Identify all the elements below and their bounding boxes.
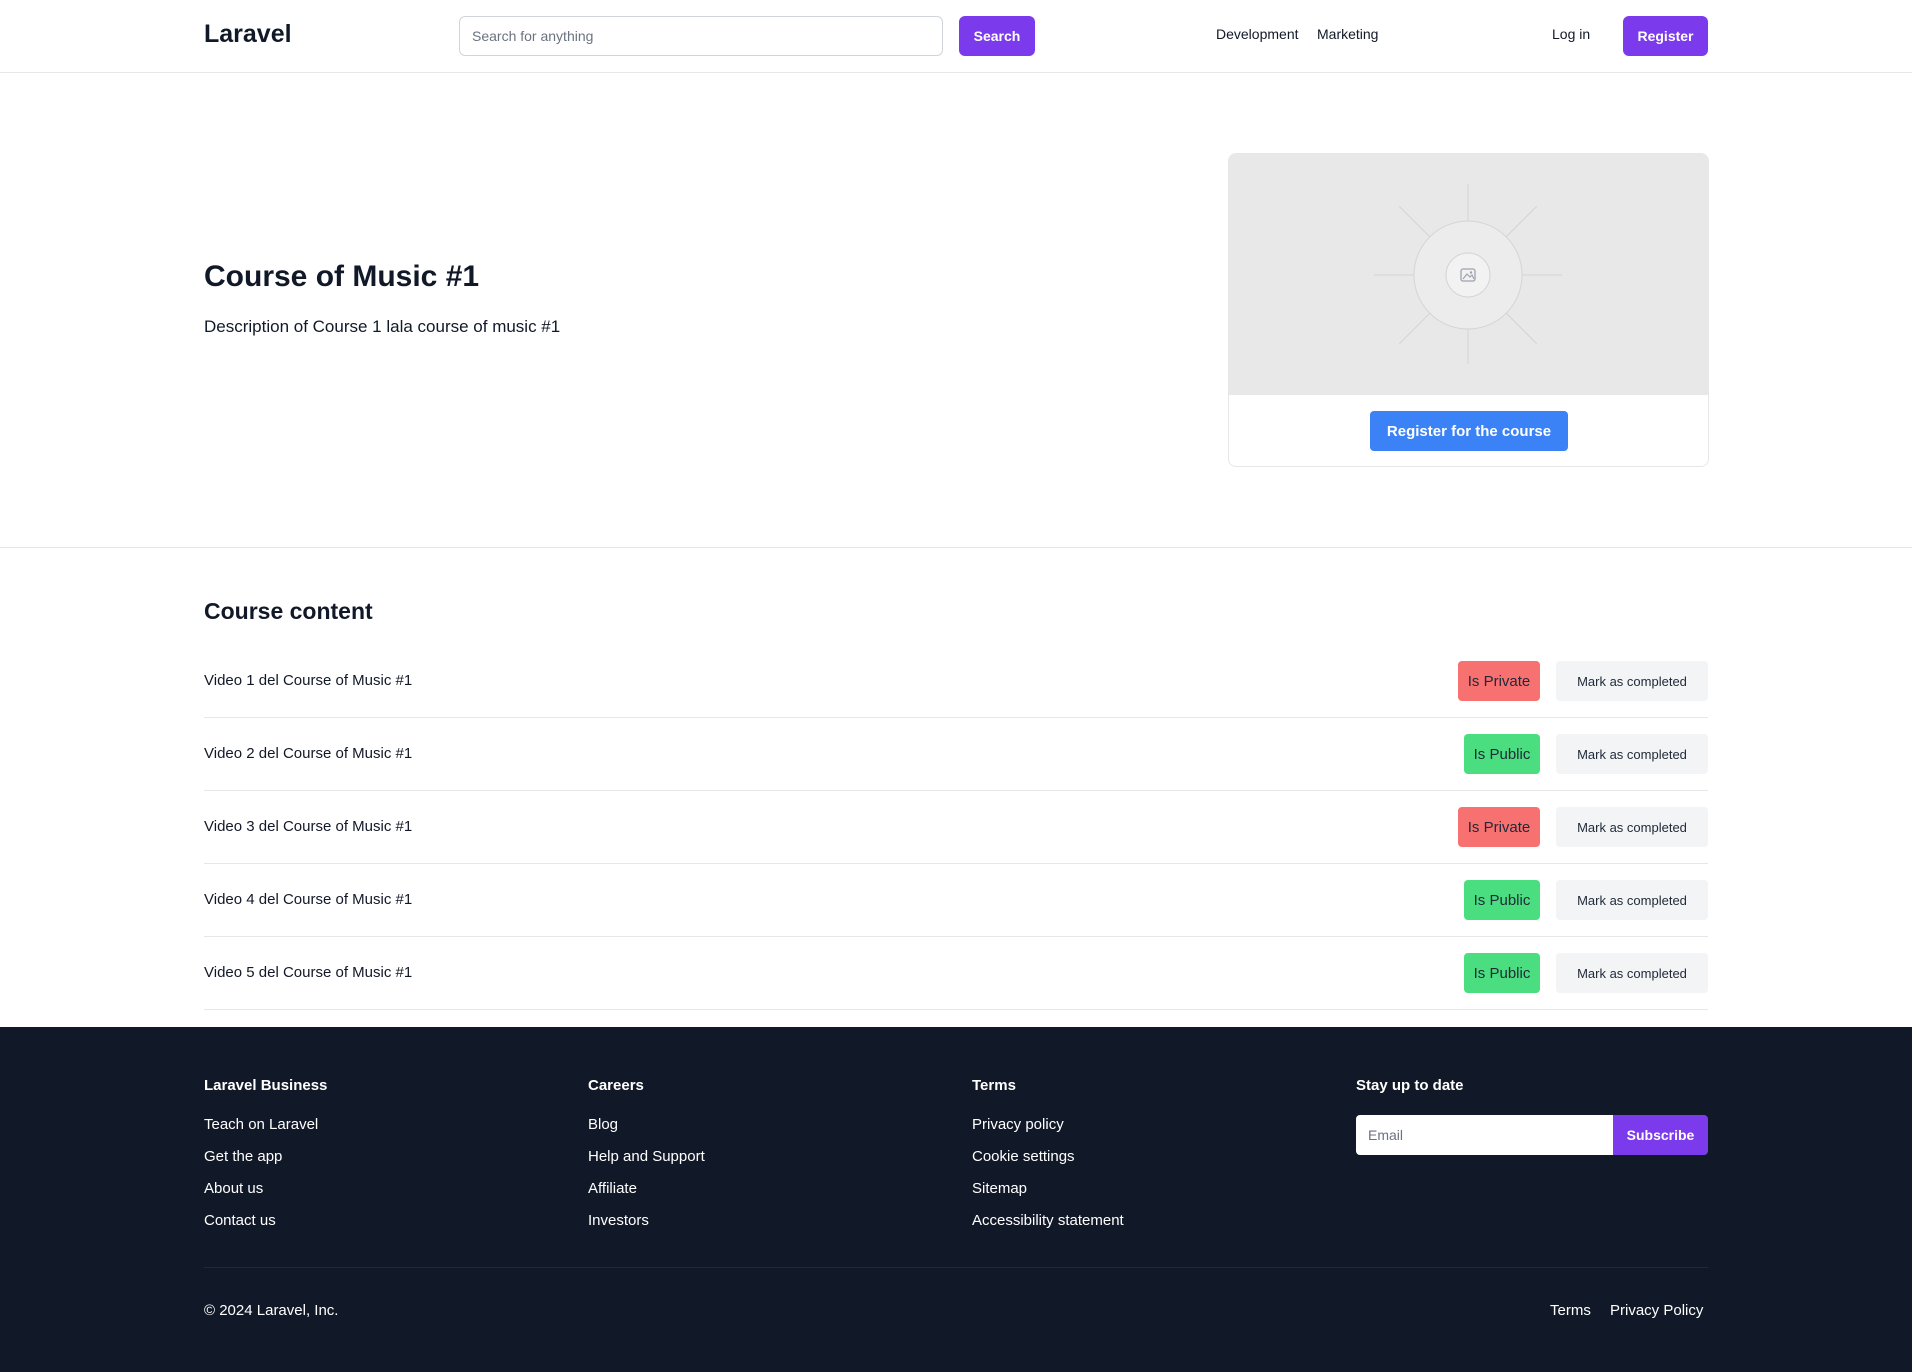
login-link[interactable]: Log in [1552,26,1590,42]
video-title[interactable]: Video 1 del Course of Music #1 [204,672,412,689]
search-input[interactable] [459,16,943,56]
footer-link[interactable]: About us [204,1179,327,1211]
footer-column-terms: Terms Privacy policy Cookie settings Sit… [972,1077,1124,1243]
course-image-placeholder [1229,154,1708,395]
mark-completed-button[interactable]: Mark as completed [1556,661,1708,701]
status-badge-public: Is Public [1464,734,1540,774]
email-input[interactable] [1356,1115,1613,1155]
register-course-button[interactable]: Register for the course [1370,411,1568,451]
site-footer: Laravel Business Teach on Laravel Get th… [0,1027,1912,1372]
mark-completed-button[interactable]: Mark as completed [1556,880,1708,920]
footer-link[interactable]: Teach on Laravel [204,1115,327,1147]
video-row: Video 2 del Course of Music #1 Is Public… [204,718,1708,791]
footer-link[interactable]: Investors [588,1211,705,1243]
site-header: Laravel Search Development Marketing Log… [0,0,1912,73]
footer-column-business: Laravel Business Teach on Laravel Get th… [204,1077,327,1243]
course-card: Register for the course [1228,153,1709,467]
video-row: Video 4 del Course of Music #1 Is Public… [204,864,1708,937]
brand-logo[interactable]: Laravel [204,20,292,49]
register-button[interactable]: Register [1623,16,1708,56]
footer-link[interactable]: Contact us [204,1211,327,1243]
course-description: Description of Course 1 lala course of m… [204,317,561,336]
mark-completed-button[interactable]: Mark as completed [1556,807,1708,847]
video-title[interactable]: Video 5 del Course of Music #1 [204,964,412,981]
footer-link[interactable]: Accessibility statement [972,1211,1124,1243]
nav-link-marketing[interactable]: Marketing [1317,26,1378,42]
footer-divider [204,1267,1708,1268]
copyright-text: © 2024 Laravel, Inc. [204,1302,339,1319]
footer-heading: Laravel Business [204,1077,328,1094]
privacy-policy-link[interactable]: Privacy Policy [1610,1302,1703,1319]
terms-link[interactable]: Terms [1550,1302,1591,1319]
video-row: Video 1 del Course of Music #1 Is Privat… [204,645,1708,718]
mark-completed-button[interactable]: Mark as completed [1556,953,1708,993]
video-list: Video 1 del Course of Music #1 Is Privat… [204,645,1708,1010]
footer-heading: Careers [588,1077,644,1094]
nav-link-development[interactable]: Development [1216,26,1299,42]
video-title[interactable]: Video 3 del Course of Music #1 [204,818,412,835]
footer-heading: Terms [972,1077,1016,1094]
footer-link[interactable]: Privacy policy [972,1115,1124,1147]
status-badge-private: Is Private [1458,807,1540,847]
video-row: Video 3 del Course of Music #1 Is Privat… [204,791,1708,864]
status-badge-public: Is Public [1464,880,1540,920]
section-divider [0,547,1912,548]
video-row: Video 5 del Course of Music #1 Is Public… [204,937,1708,1010]
video-title[interactable]: Video 2 del Course of Music #1 [204,745,412,762]
video-title[interactable]: Video 4 del Course of Music #1 [204,891,412,908]
footer-link[interactable]: Sitemap [972,1179,1124,1211]
image-placeholder-graphic [1374,184,1562,364]
newsletter-form: Subscribe [1356,1115,1708,1155]
course-title: Course of Music #1 [204,260,480,293]
subscribe-button[interactable]: Subscribe [1613,1115,1708,1155]
mark-completed-button[interactable]: Mark as completed [1556,734,1708,774]
course-content-heading: Course content [204,598,373,624]
status-badge-public: Is Public [1464,953,1540,993]
footer-link[interactable]: Blog [588,1115,705,1147]
footer-column-newsletter: Stay up to date [1356,1077,1464,1115]
footer-link[interactable]: Help and Support [588,1147,705,1179]
footer-link[interactable]: Get the app [204,1147,327,1179]
newsletter-heading: Stay up to date [1356,1077,1464,1094]
search-button[interactable]: Search [959,16,1035,56]
status-badge-private: Is Private [1458,661,1540,701]
footer-link[interactable]: Cookie settings [972,1147,1124,1179]
footer-link[interactable]: Affiliate [588,1179,705,1211]
footer-column-careers: Careers Blog Help and Support Affiliate … [588,1077,705,1243]
